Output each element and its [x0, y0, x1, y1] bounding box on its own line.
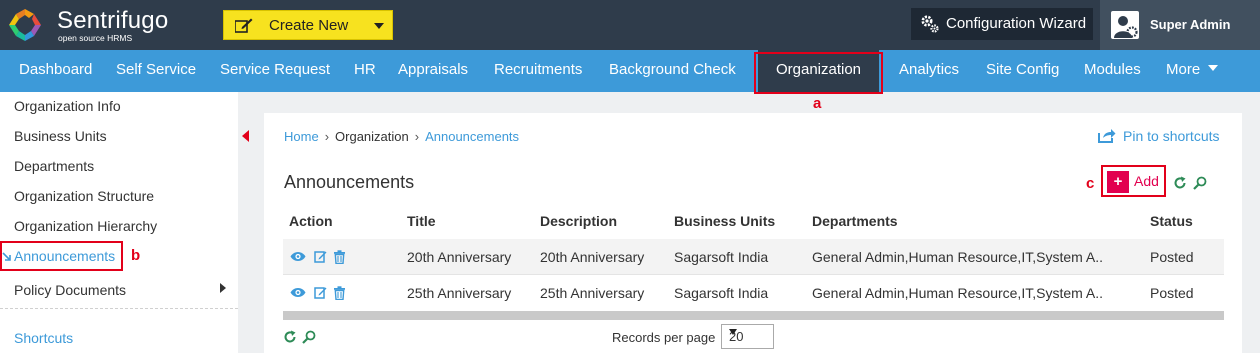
nav-item-self-service[interactable]: Self Service: [116, 50, 196, 92]
cell-departments: General Admin,Human Resource,IT,System A…: [812, 249, 1104, 265]
delete-trash-icon[interactable]: [333, 286, 346, 300]
pin-to-shortcuts-link[interactable]: Pin to shortcuts: [1098, 128, 1220, 144]
sidebar-divider: [0, 308, 238, 309]
view-eye-icon[interactable]: [290, 251, 306, 262]
nav-item-hr[interactable]: HR: [354, 50, 376, 92]
create-new-button[interactable]: Create New: [223, 10, 393, 40]
sidebar-item-announcements[interactable]: Announcements: [14, 248, 115, 264]
search-icon[interactable]: [1193, 176, 1207, 190]
collapse-sidebar-icon[interactable]: [242, 130, 249, 142]
pin-to-shortcuts-label: Pin to shortcuts: [1123, 128, 1220, 144]
shortcuts-link[interactable]: Shortcuts: [14, 330, 73, 346]
logo-title: Sentrifugo: [57, 7, 169, 34]
delete-trash-icon[interactable]: [333, 250, 346, 264]
sidebar-item-organization-hierarchy[interactable]: Organization Hierarchy: [14, 218, 157, 234]
nav-item-background-check[interactable]: Background Check: [609, 50, 736, 92]
column-header-title[interactable]: Title: [407, 213, 436, 229]
edit-icon[interactable]: [314, 286, 327, 299]
nav-item-organization[interactable]: Organization: [758, 50, 879, 92]
nav-item-more-label: More: [1166, 61, 1201, 78]
edit-pencil-icon: [235, 18, 253, 33]
caret-down-icon: [1208, 65, 1219, 72]
breadcrumb-organization[interactable]: Organization: [335, 129, 409, 144]
records-per-page-select[interactable]: 20: [721, 324, 774, 349]
sidebar-item-business-units[interactable]: Business Units: [14, 128, 107, 144]
arrow-down-right-icon: [2, 252, 11, 261]
caret-right-icon: [220, 283, 226, 293]
cell-business-units: Sagarsoft India: [674, 285, 769, 301]
table-row: 20th Anniversary 20th Anniversary Sagars…: [283, 239, 1224, 275]
sidebar-item-organization-info[interactable]: Organization Info: [14, 98, 121, 114]
avatar: [1111, 11, 1139, 39]
nav-item-service-request[interactable]: Service Request: [220, 50, 330, 92]
nav-item-recruitments[interactable]: Recruitments: [494, 50, 582, 92]
cell-business-units: Sagarsoft India: [674, 249, 769, 265]
breadcrumb-separator: ›: [324, 129, 330, 144]
cell-description: 25th Anniversary: [540, 285, 645, 301]
annotation-label-c: c: [1086, 175, 1095, 192]
user-avatar-icon: [1114, 16, 1138, 38]
top-bar: Sentrifugo open source HRMS Create New C…: [0, 0, 1260, 50]
column-header-description[interactable]: Description: [540, 213, 617, 229]
breadcrumb-home[interactable]: Home: [284, 129, 319, 144]
caret-down-icon: [374, 23, 384, 29]
records-per-page-label: Records per page: [612, 330, 716, 345]
cell-status: Posted: [1150, 249, 1194, 265]
cell-status: Posted: [1150, 285, 1194, 301]
column-header-status[interactable]: Status: [1150, 213, 1193, 229]
configuration-wizard-label: Configuration Wizard: [946, 15, 1087, 32]
logo-subtitle: open source HRMS: [58, 33, 133, 43]
cell-title: 20th Anniversary: [407, 249, 512, 265]
main-navigation: Dashboard Self Service Service Request H…: [0, 50, 1260, 92]
table-row: 25th Anniversary 25th Anniversary Sagars…: [283, 275, 1224, 311]
annotation-label-b: b: [131, 247, 141, 264]
column-header-business-units[interactable]: Business Units: [674, 213, 775, 229]
edit-icon[interactable]: [314, 250, 327, 263]
column-header-departments[interactable]: Departments: [812, 213, 898, 229]
sidebar-item-organization-structure[interactable]: Organization Structure: [14, 188, 154, 204]
share-icon: [1098, 129, 1116, 143]
refresh-icon[interactable]: [1173, 176, 1187, 190]
cell-description: 20th Anniversary: [540, 249, 645, 265]
plus-icon: +: [1107, 171, 1129, 193]
caret-down-icon: [729, 329, 737, 335]
user-name: Super Admin: [1150, 17, 1231, 32]
horizontal-scrollbar[interactable]: [283, 311, 1224, 320]
search-icon[interactable]: [302, 330, 316, 344]
nav-item-appraisals[interactable]: Appraisals: [398, 50, 468, 92]
sidebar-item-departments[interactable]: Departments: [14, 158, 94, 174]
sidebar: Organization Info Business Units Departm…: [0, 92, 238, 353]
nav-item-site-config[interactable]: Site Config: [986, 50, 1059, 92]
breadcrumb-current: Announcements: [425, 129, 520, 144]
gears-icon: [921, 15, 939, 33]
annotation-label-a: a: [813, 95, 822, 112]
table-header: Action Title Description Business Units …: [283, 203, 1224, 239]
create-new-label: Create New: [269, 17, 349, 34]
nav-item-analytics[interactable]: Analytics: [899, 50, 959, 92]
sentrifugo-logo[interactable]: Sentrifugo open source HRMS: [7, 4, 177, 46]
column-header-action: Action: [289, 213, 333, 229]
breadcrumb: Home › Organization › Announcements: [284, 129, 519, 144]
nav-item-more[interactable]: More: [1166, 50, 1219, 92]
refresh-icon[interactable]: [283, 330, 297, 344]
view-eye-icon[interactable]: [290, 287, 306, 298]
nav-item-dashboard[interactable]: Dashboard: [19, 50, 92, 92]
cell-departments: General Admin,Human Resource,IT,System A…: [812, 285, 1104, 301]
sentrifugo-logo-icon: [9, 9, 41, 41]
page-title: Announcements: [284, 172, 415, 192]
add-label: Add: [1134, 173, 1159, 189]
breadcrumb-separator: ›: [414, 129, 420, 144]
user-menu[interactable]: Super Admin: [1100, 0, 1260, 50]
add-button[interactable]: + Add: [1107, 171, 1163, 193]
cell-title: 25th Anniversary: [407, 285, 512, 301]
nav-item-modules[interactable]: Modules: [1084, 50, 1141, 92]
sidebar-item-policy-documents[interactable]: Policy Documents: [14, 282, 126, 298]
configuration-wizard-button[interactable]: Configuration Wizard: [911, 8, 1093, 40]
